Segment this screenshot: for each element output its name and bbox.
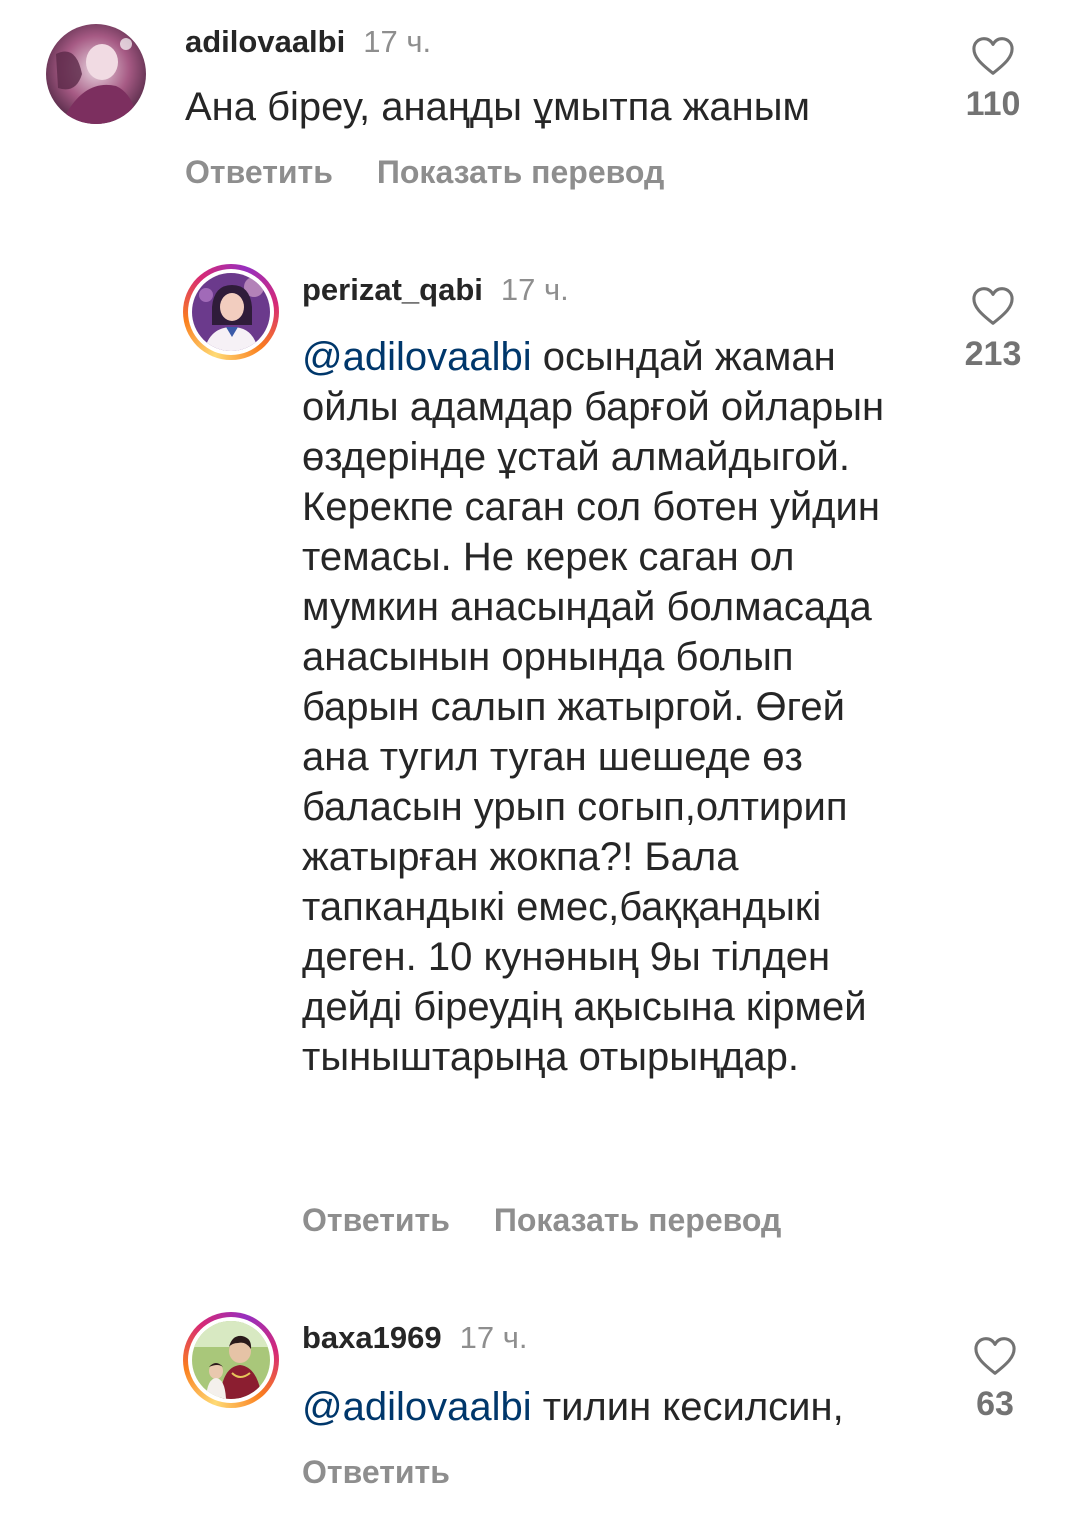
comment-item: perizat_qabi 17 ч. @adilovaalbi осындай ж… [0,250,1080,1250]
show-translation-button[interactable]: Показать перевод [494,1202,781,1238]
comment-actions: Ответить Показать перевод [302,1200,781,1240]
comment-text: @adilovaalbi осындай жаман ойлы адамдар … [302,332,912,1082]
reply-button[interactable]: Ответить [302,1454,450,1490]
like-control: 110 [943,36,1043,126]
avatar-ring-gap [188,1317,274,1403]
like-control: 63 [945,1336,1045,1426]
reply-button[interactable]: Ответить [185,154,333,190]
reply-button[interactable]: Ответить [302,1202,450,1238]
heart-outline-icon[interactable] [971,286,1015,326]
avatar-ring-gap [188,269,274,355]
comment-body: осындай жаман ойлы адамдар барғой ойлары… [302,335,885,1079]
comment-body: Ана біреу, анаңды ұмытпа жаным [185,85,810,129]
mention-link[interactable]: @adilovaalbi [302,335,532,379]
avatar-photo [192,1321,270,1399]
comment-meta: baxa1969 17 ч. [302,1318,527,1358]
comment-username[interactable]: perizat_qabi [302,272,483,307]
avatar[interactable] [183,1312,279,1408]
comment-time: 17 ч. [459,1320,528,1355]
comment-text: Ана біреу, анаңды ұмытпа жаным [185,82,925,132]
avatar-image [192,273,270,351]
show-translation-button[interactable]: Показать перевод [377,154,664,190]
like-count: 213 [964,335,1022,373]
comment-body: тилин кесилсин, [531,1385,844,1429]
avatar-image [192,1321,270,1399]
comment-actions: Ответить [302,1452,450,1492]
like-control: 213 [943,286,1043,376]
comment-username[interactable]: baxa1969 [302,1320,442,1355]
comments-list: adilovaalbi 17 ч. Ана біреу, анаңды ұмытп… [0,0,1080,1536]
heart-outline-icon[interactable] [971,36,1015,76]
comment-time: 17 ч. [363,24,432,59]
avatar[interactable] [183,264,279,360]
comment-username[interactable]: adilovaalbi [185,24,345,59]
heart-outline-icon[interactable] [973,1336,1017,1376]
mention-link[interactable]: @adilovaalbi [302,1385,532,1429]
comment-text: @adilovaalbi тилин кесилсин, [302,1382,912,1432]
comment-actions: Ответить Показать перевод [185,152,664,192]
comment-time: 17 ч. [500,272,569,307]
avatar-photo [192,273,270,351]
avatar[interactable] [46,24,146,124]
like-count: 110 [965,85,1021,123]
comment-item: adilovaalbi 17 ч. Ана біреу, анаңды ұмытп… [0,0,1080,210]
comment-meta: perizat_qabi 17 ч. [302,270,569,310]
comment-meta: adilovaalbi 17 ч. [185,22,431,62]
comment-item: baxa1969 17 ч. @adilovaalbi тилин кесилси… [0,1300,1080,1536]
like-count: 63 [976,1385,1014,1423]
avatar-image [46,24,146,124]
